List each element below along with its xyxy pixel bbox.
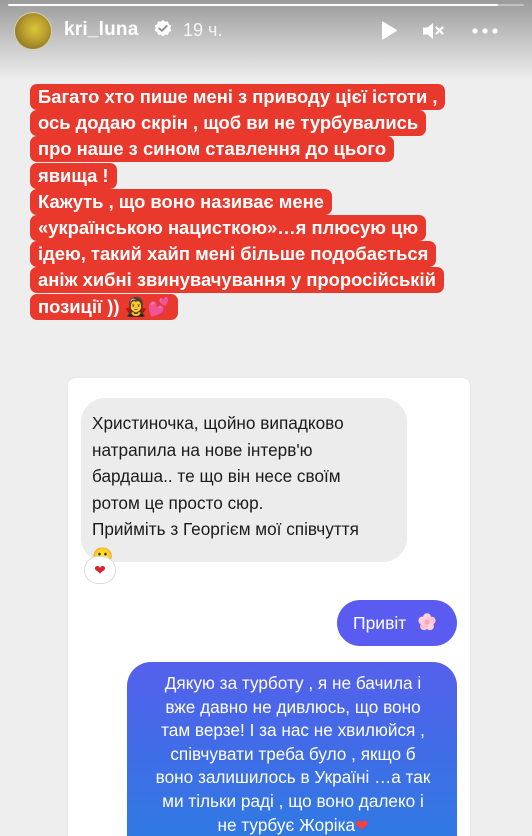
message-line: вже давно не дивлюсь, що воно [165,696,421,717]
message-line: там верзе! І за нас не хвилюйся , [161,720,425,741]
message-line: Дякую за турботу , я не бачила і [164,673,422,693]
heart-reaction: ❤ [84,556,116,584]
caption-line: ось додаю скрін , щоб ви не турбувались [30,110,510,137]
caption-line: ідею, такий хайп мені більше подобається [30,241,510,268]
more-icon[interactable] [463,16,517,46]
message-line: ми тільки раді , що воно далеко і [162,790,424,811]
caption-line: Кажуть , що воно називає мене [30,188,510,215]
incoming-message: Христиночка, щойно випадково натрапила н… [81,398,407,566]
story-header: kri_luna 19 ч. [0,10,532,50]
caption-emojis: 🧛‍♀️💕 [124,295,171,317]
heart-icon: ❤ [94,562,106,578]
caption-line: про наше з сином ставлення до цього [30,136,510,163]
outgoing-message-reply: Дякую за турботу , я не бачила і вже дав… [127,662,457,836]
caption-line: явища ! [30,162,510,189]
heart-icon: ❤ [355,817,369,835]
message-line-last: не турбує Жоріка❤ [139,814,447,836]
story-progress-bar [8,4,524,6]
message-line: натрапила на нове інтерв'ю [92,439,313,460]
caption-line: аніж хибні звинувачування у проросійські… [30,267,510,294]
message-line: Прийміть з Георгієм мої співчуття [92,519,359,539]
caption-line: «українською нацисткою»…я плюсую цю [30,215,510,242]
mute-icon[interactable] [418,16,448,46]
username[interactable]: kri_luna [64,19,138,41]
story-progress-fill [8,4,499,6]
message-line: Христиночка, щойно випадково [92,413,344,433]
play-icon[interactable] [373,16,403,46]
story-caption: Багато хто пише мені з приводу цієї істо… [30,84,510,320]
post-time: 19 ч. [183,20,223,40]
caption-line: Багато хто пише мені з приводу цієї істо… [30,84,510,110]
avatar[interactable] [14,12,52,50]
message-line: співчувати треба було , якщо б [170,743,416,764]
outgoing-message-greeting: Привіт 🌸 [337,600,457,646]
message-line: бардаша.. те що він несе своїм [92,466,341,486]
message-line: ротом це просто сюр. [92,492,264,513]
flower-icon [418,613,436,631]
verified-badge-icon [154,20,172,37]
message-text: Привіт [353,613,407,633]
caption-line: позиції )) 🧛‍♀️💕 [30,293,510,320]
message-line: воно залишилось в Україні …а так [155,767,431,788]
